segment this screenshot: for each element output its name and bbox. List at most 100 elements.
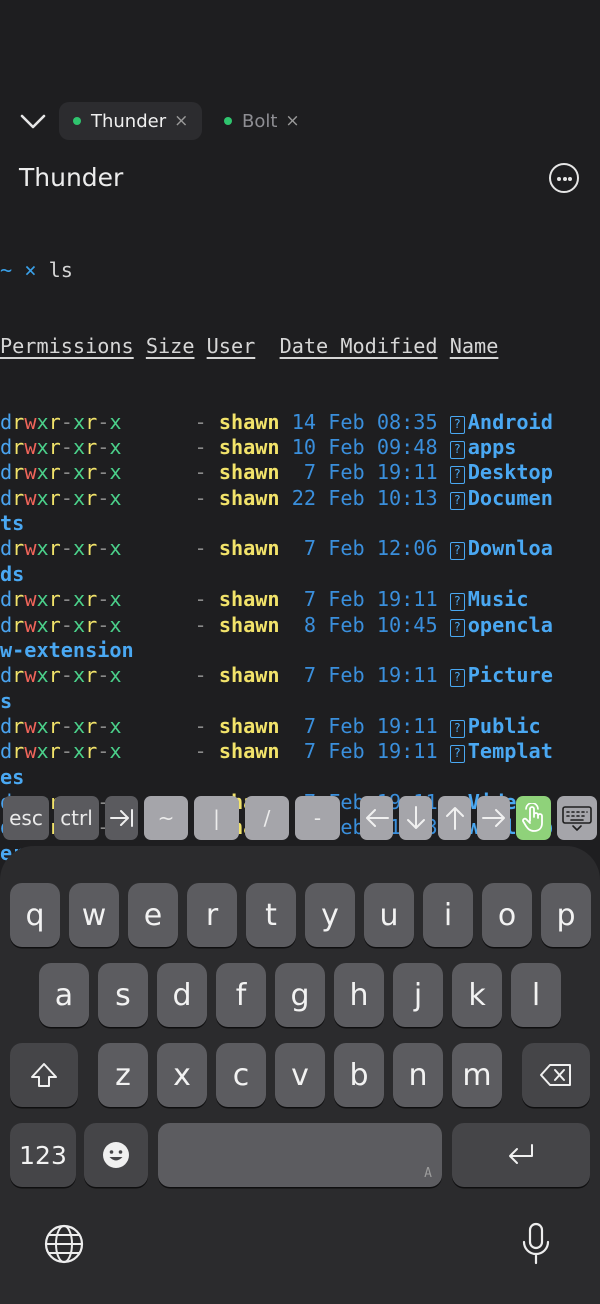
- name-cell: ? Android: [449, 410, 553, 434]
- key-s[interactable]: s: [98, 963, 148, 1027]
- backspace-key-icon[interactable]: [522, 1043, 590, 1107]
- size-cell: -: [194, 713, 207, 738]
- key-b[interactable]: b: [334, 1043, 384, 1107]
- user-cell: shawn: [218, 409, 280, 434]
- name-cell: ? apps: [449, 435, 516, 460]
- tab-key-icon[interactable]: [105, 796, 138, 840]
- key-v[interactable]: v: [275, 1043, 325, 1107]
- key-h[interactable]: h: [334, 963, 384, 1027]
- pipe-key[interactable]: |: [194, 796, 239, 840]
- permissions-cell: drwxr-xr-x: [0, 612, 122, 637]
- permissions-cell: drwxr-xr-x: [0, 739, 122, 764]
- file-type-icon: ?: [449, 415, 465, 434]
- key-j[interactable]: j: [393, 963, 443, 1027]
- key-t[interactable]: t: [246, 883, 296, 947]
- user-cell: shawn: [218, 587, 280, 612]
- key-p[interactable]: p: [541, 883, 591, 947]
- tab-bolt[interactable]: Bolt ×: [210, 102, 310, 140]
- dash-key[interactable]: -: [295, 796, 340, 840]
- key-i[interactable]: i: [423, 883, 473, 947]
- esc-key[interactable]: esc: [3, 796, 49, 840]
- globe-icon[interactable]: [43, 1223, 85, 1269]
- listing-row: drwxr-xr-x - shawn 7 Feb 19:11 ? Desktop: [0, 460, 600, 485]
- key-f[interactable]: f: [216, 963, 266, 1027]
- user-cell: shawn: [218, 460, 280, 485]
- session-title: Thunder: [19, 163, 124, 192]
- touch-gesture-icon[interactable]: [516, 796, 551, 840]
- arrow-left-icon[interactable]: [360, 796, 393, 840]
- key-y[interactable]: y: [305, 883, 355, 947]
- size-cell: -: [194, 435, 207, 460]
- file-type-icon: ?: [449, 593, 465, 612]
- space-bar[interactable]: A: [158, 1123, 442, 1187]
- name-cell: ? Downloa: [449, 536, 553, 561]
- file-type-icon: ?: [449, 719, 465, 738]
- emoji-icon[interactable]: [84, 1123, 148, 1187]
- arrow-right-icon[interactable]: [477, 796, 510, 840]
- permissions-cell: drwxr-xr-x: [0, 536, 122, 561]
- file-type-icon: ?: [449, 441, 465, 460]
- listing-row: drwxr-xr-x - shawn 10 Feb 09:48 ? apps: [0, 435, 600, 460]
- key-z[interactable]: z: [98, 1043, 148, 1107]
- key-c[interactable]: c: [216, 1043, 266, 1107]
- key-g[interactable]: g: [275, 963, 325, 1027]
- name-cell: ? Public: [449, 714, 541, 738]
- user-cell: shawn: [218, 485, 280, 510]
- listing-row-continuation: ds: [0, 561, 25, 586]
- permissions-cell: drwxr-xr-x: [0, 587, 122, 612]
- user-cell: shawn: [218, 536, 280, 561]
- listing-row-continuation: w-extension: [0, 637, 134, 662]
- date-cell: 7 Feb 19:11: [291, 739, 438, 764]
- key-x[interactable]: x: [157, 1043, 207, 1107]
- listing-row: drwxr-xr-x - shawn 7 Feb 19:11 ? Music: [0, 587, 600, 612]
- key-n[interactable]: n: [393, 1043, 443, 1107]
- size-cell: -: [194, 739, 207, 764]
- listing-row: drwxr-xr-x - shawn 7 Feb 19:11 ? Templat: [0, 739, 600, 764]
- listing-row: drwxr-xr-x - shawn 8 Feb 10:45 ? opencla: [0, 613, 600, 638]
- permissions-cell: drwxr-xr-x: [0, 409, 122, 434]
- shift-key-icon[interactable]: [10, 1043, 78, 1107]
- date-cell: 7 Feb 19:11: [291, 713, 438, 738]
- listing-row-continuation: es: [0, 764, 25, 789]
- close-tab-icon[interactable]: ×: [285, 111, 299, 131]
- key-o[interactable]: o: [482, 883, 532, 947]
- name-cell: ? Desktop: [449, 460, 553, 485]
- close-tab-icon[interactable]: ×: [174, 111, 188, 131]
- return-key-icon[interactable]: [452, 1123, 590, 1187]
- size-cell: -: [194, 485, 207, 510]
- tab-bar: Thunder × Bolt ×: [0, 100, 600, 144]
- key-u[interactable]: u: [364, 883, 414, 947]
- key-e[interactable]: e: [128, 883, 178, 947]
- key-l[interactable]: l: [511, 963, 561, 1027]
- key-r[interactable]: r: [187, 883, 237, 947]
- listing-row: drwxr-xr-x - shawn 7 Feb 12:06 ? Downloa: [0, 536, 600, 561]
- microphone-icon[interactable]: [518, 1221, 554, 1271]
- key-k[interactable]: k: [452, 963, 502, 1027]
- connection-status-dot: [224, 117, 232, 125]
- file-type-icon: ?: [449, 542, 465, 561]
- slash-key[interactable]: /: [245, 796, 289, 840]
- listing-row-continuation: ts: [0, 511, 25, 536]
- tab-thunder[interactable]: Thunder ×: [59, 102, 202, 140]
- date-cell: 14 Feb 08:35: [291, 409, 438, 434]
- size-cell: -: [194, 460, 207, 485]
- arrow-up-icon[interactable]: [438, 796, 471, 840]
- ctrl-key[interactable]: ctrl: [54, 796, 99, 840]
- key-m[interactable]: m: [452, 1043, 502, 1107]
- key-a[interactable]: a: [39, 963, 89, 1027]
- tilde-key[interactable]: ~: [144, 796, 188, 840]
- key-q[interactable]: q: [10, 883, 60, 947]
- more-options-icon[interactable]: [549, 163, 579, 193]
- command-line: ~ × ls: [0, 257, 73, 282]
- date-cell: 10 Feb 09:48: [291, 435, 438, 460]
- name-cell: ? Music: [449, 587, 529, 612]
- connection-status-dot: [73, 117, 81, 125]
- keyboard-toggle-icon[interactable]: [557, 796, 597, 840]
- key-w[interactable]: w: [69, 883, 119, 947]
- numbers-key[interactable]: 123: [10, 1123, 76, 1187]
- space-hint: A: [424, 1166, 432, 1181]
- file-type-icon: ?: [449, 745, 465, 764]
- key-d[interactable]: d: [157, 963, 207, 1027]
- chevron-down-icon[interactable]: [18, 108, 48, 134]
- arrow-down-icon[interactable]: [399, 796, 432, 840]
